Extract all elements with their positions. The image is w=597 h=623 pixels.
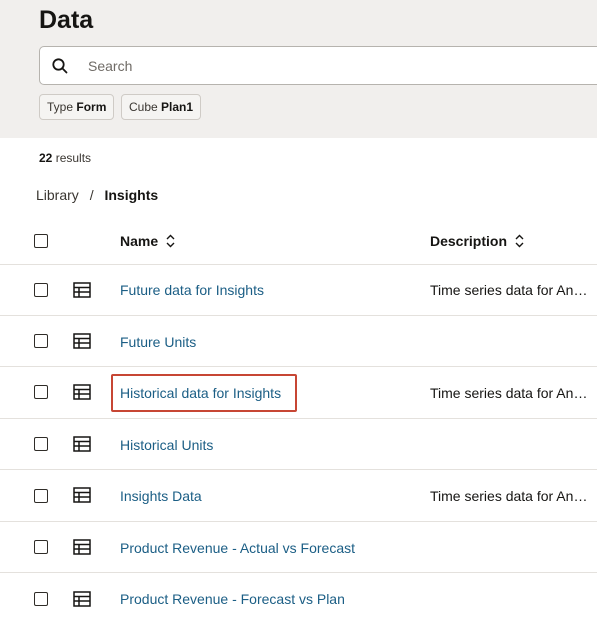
row-name-link[interactable]: Insights Data	[120, 488, 202, 504]
sort-icon[interactable]	[166, 234, 175, 248]
row-divider	[0, 264, 597, 265]
filter-chip-cube-value: Plan1	[161, 100, 194, 114]
row-divider	[0, 521, 597, 522]
highlight-box	[111, 374, 297, 412]
row-description: Time series data for Analysis	[430, 385, 590, 401]
form-grid-icon	[73, 384, 91, 400]
form-grid-icon	[73, 333, 91, 349]
row-name-link[interactable]: Future data for Insights	[120, 282, 264, 298]
row-divider	[0, 572, 597, 573]
row-name-link[interactable]: Product Revenue - Forecast vs Plan	[120, 591, 345, 607]
filter-chip-type-label: Type	[47, 100, 74, 114]
row-divider	[0, 366, 597, 367]
column-header-description-label: Description	[430, 233, 508, 249]
results-count-label: results	[55, 151, 92, 165]
search-input[interactable]	[88, 47, 588, 84]
row-divider	[0, 315, 597, 316]
row-checkbox[interactable]	[34, 489, 48, 503]
row-checkbox[interactable]	[34, 283, 48, 297]
row-description: Time series data for Analysis	[430, 488, 590, 504]
row-description: Time series data for Analysis	[430, 282, 590, 298]
header-area: Data Type Form Cube Plan1	[0, 0, 597, 138]
sort-icon[interactable]	[515, 234, 524, 248]
filter-chip-cube[interactable]: Cube Plan1	[121, 94, 202, 120]
column-header-name-label: Name	[120, 233, 159, 249]
row-checkbox[interactable]	[34, 592, 48, 606]
form-grid-icon	[73, 539, 91, 555]
select-all-checkbox[interactable]	[34, 234, 48, 248]
form-grid-icon	[73, 436, 91, 452]
search-icon[interactable]	[51, 57, 69, 75]
filter-chip-type[interactable]: Type Form	[39, 94, 115, 120]
results-count: 22 results	[39, 151, 91, 165]
row-name-link[interactable]: Historical Units	[120, 437, 213, 453]
form-grid-icon	[73, 282, 91, 298]
row-checkbox[interactable]	[34, 385, 48, 399]
row-divider	[0, 418, 597, 419]
breadcrumb-current: Insights	[104, 187, 159, 203]
row-divider	[0, 469, 597, 470]
form-grid-icon	[73, 591, 91, 607]
row-checkbox[interactable]	[34, 437, 48, 451]
breadcrumb-root[interactable]: Library	[36, 187, 79, 203]
breadcrumb-separator: /	[89, 187, 94, 203]
row-name-link[interactable]: Product Revenue - Actual vs Forecast	[120, 540, 355, 556]
filter-chip-cube-label: Cube	[129, 100, 158, 114]
row-name-link[interactable]: Future Units	[120, 334, 196, 350]
column-header-name[interactable]: Name	[120, 233, 175, 249]
row-checkbox[interactable]	[34, 334, 48, 348]
breadcrumb: Library / Insights	[36, 187, 158, 203]
page-title: Data	[39, 6, 94, 34]
results-count-number: 22	[39, 151, 53, 165]
search-box[interactable]	[39, 46, 597, 85]
form-grid-icon	[73, 487, 91, 503]
column-header-description[interactable]: Description	[430, 233, 524, 249]
filter-chip-type-value: Form	[76, 100, 107, 114]
row-checkbox[interactable]	[34, 540, 48, 554]
